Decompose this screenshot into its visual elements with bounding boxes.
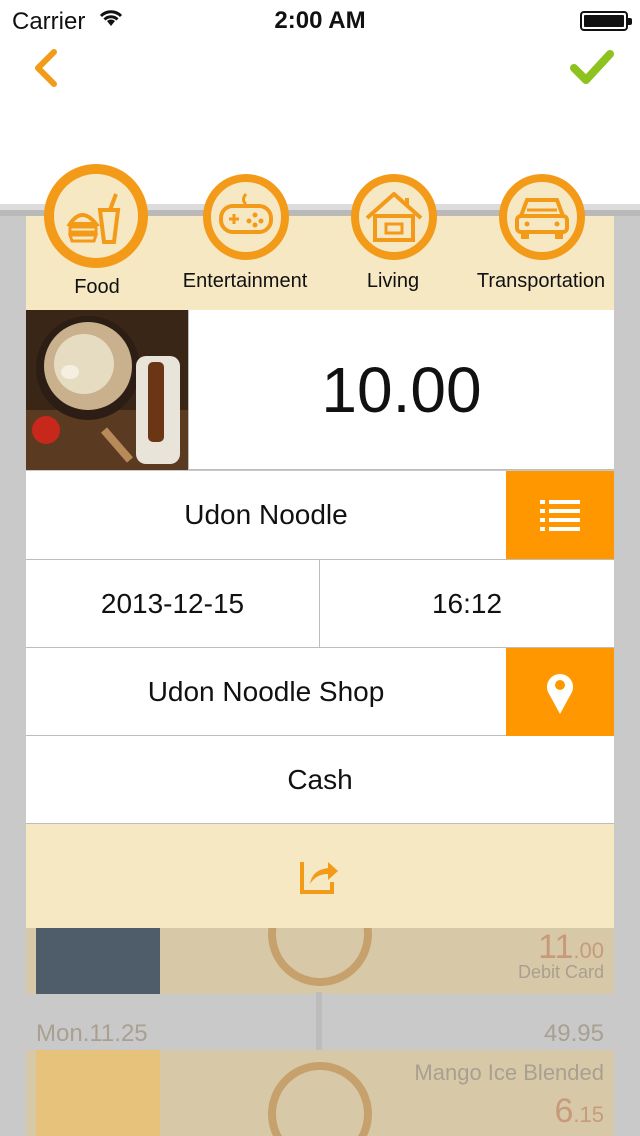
food-photo xyxy=(26,310,188,470)
chevron-left-icon xyxy=(35,49,57,87)
payment-row: Cash xyxy=(26,736,614,824)
list-icon xyxy=(540,500,580,531)
car-icon xyxy=(499,174,585,260)
status-time: 2:00 AM xyxy=(274,7,366,34)
back-button[interactable] xyxy=(28,46,68,90)
list-button[interactable] xyxy=(506,471,614,559)
receipt-photo[interactable] xyxy=(26,310,188,470)
battery-icon xyxy=(580,11,632,31)
share-button[interactable] xyxy=(296,854,344,898)
category-entertainment[interactable]: Entertainment xyxy=(170,174,320,304)
name-row: Udon Noodle xyxy=(26,471,614,560)
food-icon xyxy=(44,164,148,268)
datetime-row: 2013-12-15 16:12 xyxy=(26,560,614,648)
location-button[interactable] xyxy=(506,648,614,736)
place-field[interactable]: Udon Noodle Shop xyxy=(26,648,506,735)
payment-method-field[interactable]: Cash xyxy=(26,736,614,823)
category-label: Living xyxy=(366,270,420,292)
gamepad-icon xyxy=(203,174,289,260)
day-date: Mon.11.25 xyxy=(36,1020,148,1047)
day-total: 49.95 xyxy=(543,1020,604,1047)
confirm-button[interactable] xyxy=(570,48,614,88)
item-payment: Debit Card xyxy=(517,962,604,982)
food-icon xyxy=(268,1062,372,1136)
house-icon xyxy=(351,174,437,260)
list-item: 11.00 Debit Card xyxy=(26,882,614,994)
category-living[interactable]: Living xyxy=(318,174,468,304)
time-field[interactable]: 16:12 xyxy=(320,560,614,647)
item-amount: 6.15 xyxy=(554,1092,604,1130)
item-thumbnail xyxy=(36,928,160,994)
expense-editor-card: Food Entertainment Living Transportation… xyxy=(26,164,614,928)
category-transportation[interactable]: Transportation xyxy=(466,174,616,304)
share-icon xyxy=(300,862,338,894)
place-row: Udon Noodle Shop xyxy=(26,648,614,736)
expense-name-field[interactable]: Udon Noodle xyxy=(26,471,506,559)
amount-field[interactable]: 10.00 xyxy=(188,310,614,470)
timeline-line xyxy=(316,992,322,1052)
category-label: Entertainment xyxy=(182,270,308,292)
item-thumbnail xyxy=(36,1050,160,1136)
item-name: Mango Ice Blended xyxy=(414,1060,604,1085)
share-bar xyxy=(26,824,614,928)
checkmark-icon xyxy=(570,50,614,84)
date-field[interactable]: 2013-12-15 xyxy=(26,560,320,647)
category-food[interactable]: Food xyxy=(22,164,172,304)
map-pin-icon xyxy=(547,674,573,714)
category-label: Food xyxy=(74,276,120,298)
status-bar: Carrier 2:00 AM xyxy=(0,0,640,40)
category-label: Transportation xyxy=(476,270,606,292)
list-item: Mango Ice Blended 6.15 xyxy=(26,1050,614,1136)
